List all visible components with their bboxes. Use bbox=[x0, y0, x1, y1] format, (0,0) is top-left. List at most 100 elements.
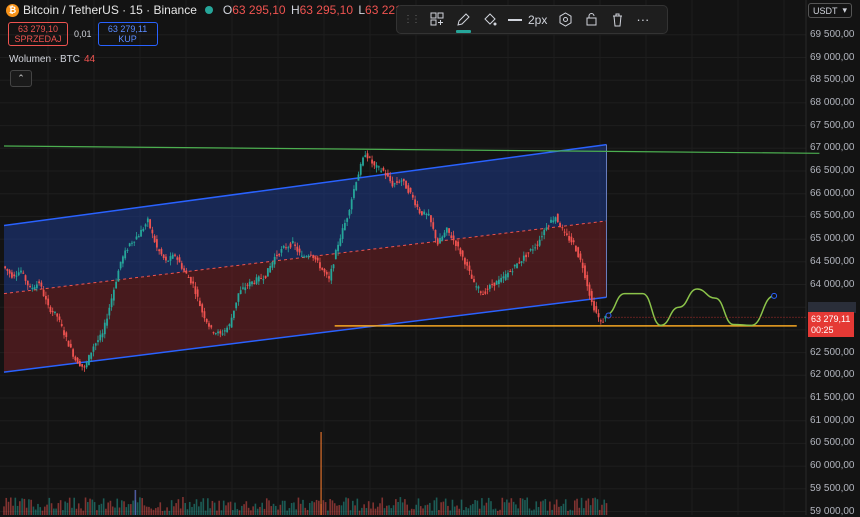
sell-button[interactable]: 63 279,10 SPRZEDAJ bbox=[8, 22, 68, 46]
volume-bar bbox=[601, 504, 603, 515]
candle-body bbox=[167, 260, 170, 262]
volume-bar bbox=[399, 497, 402, 515]
candle-body bbox=[470, 274, 473, 279]
volume-bar bbox=[173, 506, 175, 515]
candle-body bbox=[60, 323, 63, 327]
volume-bar bbox=[270, 506, 273, 515]
candle-body bbox=[588, 284, 591, 296]
currency-selector[interactable]: USDT ▾ bbox=[808, 3, 852, 18]
volume-spike bbox=[320, 432, 322, 515]
candle-body bbox=[20, 270, 22, 273]
candle-body bbox=[151, 229, 154, 234]
candle-body bbox=[384, 172, 387, 176]
candle-body bbox=[169, 256, 172, 261]
candle-body bbox=[493, 282, 496, 286]
symbol-title[interactable]: Bitcoin / TetherUS · 15 · Binance bbox=[23, 3, 197, 17]
trash-icon[interactable] bbox=[610, 12, 625, 27]
candle-body bbox=[54, 311, 56, 314]
candle-body bbox=[454, 240, 457, 246]
candle-body bbox=[285, 247, 287, 249]
candle-body bbox=[597, 313, 600, 318]
candle-body bbox=[142, 228, 145, 231]
volume-bar bbox=[361, 507, 363, 515]
candle-body bbox=[235, 302, 238, 309]
candle-body bbox=[391, 180, 394, 187]
candle-body bbox=[534, 247, 537, 249]
fill-bucket-icon[interactable] bbox=[482, 12, 497, 27]
volume-bar bbox=[256, 508, 259, 515]
volume-bar bbox=[440, 502, 442, 515]
line-width-selector[interactable]: 2px bbox=[508, 13, 547, 27]
candle-body bbox=[83, 366, 86, 368]
candle-body bbox=[11, 272, 13, 278]
volume-bar bbox=[127, 504, 130, 515]
volume-bar bbox=[460, 499, 463, 515]
volume-bar bbox=[576, 498, 578, 515]
candle-body bbox=[108, 307, 111, 316]
candle-body bbox=[436, 238, 439, 245]
volume-bar bbox=[304, 507, 307, 515]
price-tick-label: 59 500,00 bbox=[810, 482, 855, 494]
candle-body bbox=[427, 213, 430, 216]
candle-body bbox=[201, 304, 204, 313]
volume-bar bbox=[136, 502, 139, 515]
pencil-icon[interactable] bbox=[456, 12, 471, 33]
volume-bar bbox=[177, 499, 180, 515]
volume-bar bbox=[91, 499, 94, 515]
candle-body bbox=[328, 276, 330, 279]
volume-bar bbox=[370, 508, 372, 515]
projection-end-handle bbox=[771, 292, 778, 299]
volume-bar bbox=[188, 501, 191, 515]
volume-bar bbox=[39, 507, 42, 515]
buy-button[interactable]: 63 279,11 KUP bbox=[97, 22, 158, 46]
volume-bar bbox=[21, 498, 23, 515]
candle-body bbox=[266, 268, 269, 277]
volume-bar bbox=[474, 500, 476, 515]
volume-bar bbox=[562, 503, 565, 515]
symbol-header[interactable]: ₿ Bitcoin / TetherUS · 15 · Binance O63 … bbox=[6, 3, 446, 17]
volume-bar bbox=[431, 510, 433, 515]
volume-bar bbox=[193, 503, 196, 515]
volume-bar bbox=[207, 498, 209, 515]
price-chart[interactable] bbox=[0, 0, 860, 515]
candle-body bbox=[407, 185, 410, 193]
volume-bar bbox=[524, 500, 526, 515]
candle-body bbox=[203, 311, 206, 319]
volume-bar bbox=[467, 508, 470, 515]
volume-bar bbox=[12, 505, 14, 515]
volume-legend[interactable]: Wolumen · BTC 44 bbox=[9, 54, 95, 65]
volume-value: 44 bbox=[83, 54, 96, 65]
collapse-legend-button[interactable]: ⌃ bbox=[10, 70, 32, 87]
volume-bar bbox=[182, 497, 184, 515]
volume-bar bbox=[102, 498, 105, 515]
candle-body bbox=[319, 262, 321, 269]
candle-body bbox=[448, 228, 450, 233]
volume-bar bbox=[546, 510, 549, 515]
volume-bar bbox=[481, 498, 483, 515]
volume-bar bbox=[186, 509, 189, 515]
volume-bar bbox=[438, 510, 440, 515]
add-to-favorites-icon[interactable] bbox=[430, 12, 445, 27]
candle-body bbox=[393, 183, 396, 185]
candle-body bbox=[579, 253, 582, 260]
line-color-swatch bbox=[456, 30, 471, 33]
volume-bar bbox=[308, 502, 311, 515]
settings-icon[interactable] bbox=[558, 12, 573, 27]
candle-body bbox=[90, 352, 93, 359]
lock-icon[interactable] bbox=[584, 12, 599, 27]
candle-body bbox=[246, 284, 249, 286]
candle-body bbox=[382, 167, 385, 171]
candle-body bbox=[398, 181, 401, 183]
candle-body bbox=[452, 235, 455, 241]
candle-body bbox=[15, 275, 18, 277]
volume-bar bbox=[587, 498, 590, 515]
more-options-icon[interactable]: ··· bbox=[636, 12, 649, 27]
candle-body bbox=[51, 311, 54, 313]
candle-body bbox=[575, 245, 577, 252]
volume-bar bbox=[499, 509, 501, 515]
volume-bar bbox=[376, 506, 379, 515]
volume-bar bbox=[302, 499, 304, 515]
volume-bar bbox=[342, 501, 345, 515]
candle-body bbox=[479, 291, 482, 293]
drag-handle-icon[interactable]: ⋮⋮ bbox=[403, 14, 421, 25]
